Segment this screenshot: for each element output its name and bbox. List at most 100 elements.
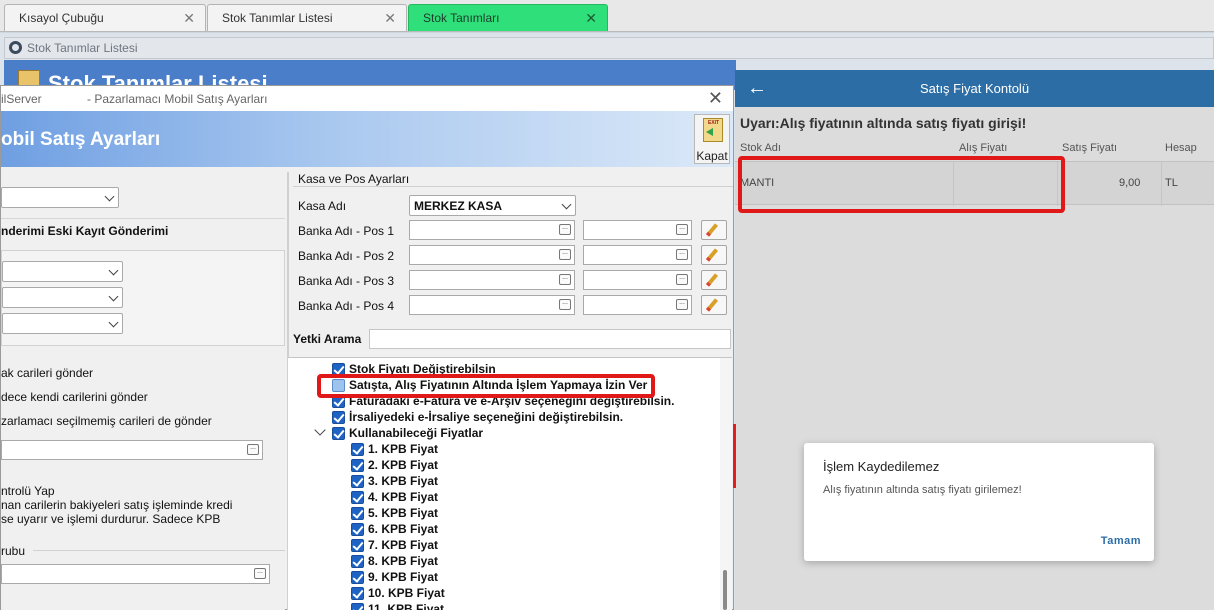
checkbox-checked-icon[interactable] [351, 539, 364, 552]
checkbox-checked-icon[interactable] [332, 427, 345, 440]
edit-button[interactable] [701, 220, 727, 240]
option-label[interactable]: zarlamacı seçilmemiş carileri de gönder [1, 414, 212, 428]
column-header: Satış Fiyatı [1062, 142, 1118, 154]
page-title: Stok Tanımlar Listesi [48, 71, 268, 85]
divider [293, 186, 733, 187]
pencil-icon [705, 273, 719, 287]
checkbox-checked-icon[interactable] [351, 571, 364, 584]
close-icon[interactable]: ✕ [585, 10, 597, 27]
cell-satis-fiyati: 9,00 [1119, 177, 1141, 189]
pos-field[interactable]: ... [583, 295, 692, 315]
option-label[interactable]: dece kendi carilerini gönder [1, 390, 148, 404]
tree-item-label: Kullanabileceği Fiyatlar [349, 426, 484, 440]
checkbox-checked-icon[interactable] [351, 443, 364, 456]
close-icon[interactable]: ✕ [183, 10, 195, 27]
checkbox-checked-icon[interactable] [351, 603, 364, 610]
highlight-box [738, 156, 1065, 213]
tab-stok-tanimlar-listesi[interactable]: Stok Tanımlar Listesi ✕ [207, 4, 407, 31]
highlight-box [317, 374, 655, 398]
bank-pos-label: Banka Adı - Pos 4 [298, 299, 395, 313]
tab-label: Stok Tanımları [423, 11, 500, 25]
ellipsis-icon[interactable]: ... [254, 568, 266, 579]
pos-field[interactable]: ... [583, 220, 692, 240]
pencil-icon [705, 298, 719, 312]
checkbox-checked-icon[interactable] [351, 587, 364, 600]
tamam-button[interactable]: Tamam [1101, 535, 1141, 547]
select-2[interactable] [2, 287, 123, 308]
edit-button[interactable] [701, 245, 727, 265]
tree-item-label: 7. KPB Fiyat [368, 538, 439, 552]
kasa-value: MERKEZ KASA [414, 199, 503, 213]
yetki-search-input[interactable] [369, 329, 731, 349]
select-3[interactable] [2, 313, 123, 334]
ellipsis-icon[interactable]: ... [676, 224, 688, 235]
checkbox-checked-icon[interactable] [332, 411, 345, 424]
dialog-banner: obil Satış Ayarları Kapat [1, 111, 733, 167]
select-group [1, 250, 285, 346]
info-text: nan carilerin bakiyeleri satış işleminde… [1, 498, 233, 512]
divider [1161, 162, 1162, 206]
tree-item-label: 4. KPB Fiyat [368, 490, 439, 504]
close-icon[interactable]: ✕ [384, 10, 396, 27]
left-top-select[interactable] [1, 187, 119, 208]
checkbox-checked-icon[interactable] [351, 491, 364, 504]
checkbox-checked-icon[interactable] [351, 475, 364, 488]
yetki-label: Yetki Arama [293, 332, 362, 346]
exit-icon [703, 118, 723, 142]
group-label: rubu [1, 544, 26, 558]
checkbox-checked-icon[interactable] [351, 523, 364, 536]
kapat-label: Kapat [696, 149, 728, 163]
kasa-select[interactable]: MERKEZ KASA [409, 195, 576, 216]
alert-title: İşlem Kaydedilemez [823, 459, 940, 474]
window-title: Stok Tanımlar Listesi [27, 41, 138, 55]
pos-field[interactable]: ... [583, 245, 692, 265]
ellipsis-icon[interactable]: ... [559, 299, 571, 310]
chevron-down-icon[interactable] [314, 424, 326, 436]
scrollbar-thumb[interactable] [723, 570, 727, 610]
tab-kisayol-cubugu[interactable]: Kısayol Çubuğu ✕ [4, 4, 206, 31]
lookup-field[interactable]: ... [1, 440, 263, 460]
dialog-titlebar: ilServer - Pazarlamacı Mobil Satış Ayarl… [1, 86, 733, 111]
ellipsis-icon[interactable]: ... [247, 444, 259, 455]
ellipsis-icon[interactable]: ... [559, 274, 571, 285]
chevron-down-icon [108, 265, 119, 276]
bank-field[interactable]: ... [409, 245, 575, 265]
kapat-button[interactable]: Kapat [694, 114, 730, 164]
kasa-pos-section-title: Kasa ve Pos Ayarları [298, 172, 410, 186]
ellipsis-icon[interactable]: ... [676, 249, 688, 260]
ellipsis-icon[interactable]: ... [559, 249, 571, 260]
checkbox-checked-icon[interactable] [351, 507, 364, 520]
bank-field[interactable]: ... [409, 270, 575, 290]
divider [33, 550, 285, 551]
checkbox-checked-icon[interactable] [351, 459, 364, 472]
ellipsis-icon[interactable]: ... [676, 274, 688, 285]
pencil-icon [705, 248, 719, 262]
bank-pos-label: Banka Adı - Pos 3 [298, 274, 395, 288]
tab-label: Kısayol Çubuğu [19, 11, 104, 25]
select-1[interactable] [2, 261, 123, 282]
chevron-down-icon [108, 317, 119, 328]
close-icon[interactable]: ✕ [708, 88, 723, 109]
bank-pos-label: Banka Adı - Pos 1 [298, 224, 395, 238]
tab-stok-tanimlari[interactable]: Stok Tanımları ✕ [408, 4, 608, 31]
alert-dialog: İşlem Kaydedilemez Alış fiyatının altınd… [804, 443, 1154, 561]
ellipsis-icon[interactable]: ... [559, 224, 571, 235]
tree-item-label: 1. KPB Fiyat [368, 442, 439, 456]
edit-button[interactable] [701, 270, 727, 290]
tree-scrollbar[interactable] [720, 358, 732, 610]
tree-item-label: 10. KPB Fiyat [368, 586, 445, 600]
pencil-icon [705, 223, 719, 237]
pos-field[interactable]: ... [583, 270, 692, 290]
tree-item-label: 9. KPB Fiyat [368, 570, 439, 584]
option-label[interactable]: ak carileri gönder [1, 366, 93, 380]
send-tabs-row[interactable]: nderimi Eski Kayıt Gönderimi [1, 224, 168, 238]
bank-field[interactable]: ... [409, 220, 575, 240]
column-header: Alış Fiyatı [959, 142, 1008, 154]
ellipsis-icon[interactable]: ... [676, 299, 688, 310]
check-label[interactable]: ntrolü Yap [1, 484, 55, 498]
bank-field[interactable]: ... [409, 295, 575, 315]
edit-button[interactable] [701, 295, 727, 315]
checkbox-checked-icon[interactable] [351, 555, 364, 568]
info-text: se uyarır ve işlemi durdurur. Sadece KPB [1, 512, 221, 526]
group-lookup-field[interactable]: ... [1, 564, 270, 584]
